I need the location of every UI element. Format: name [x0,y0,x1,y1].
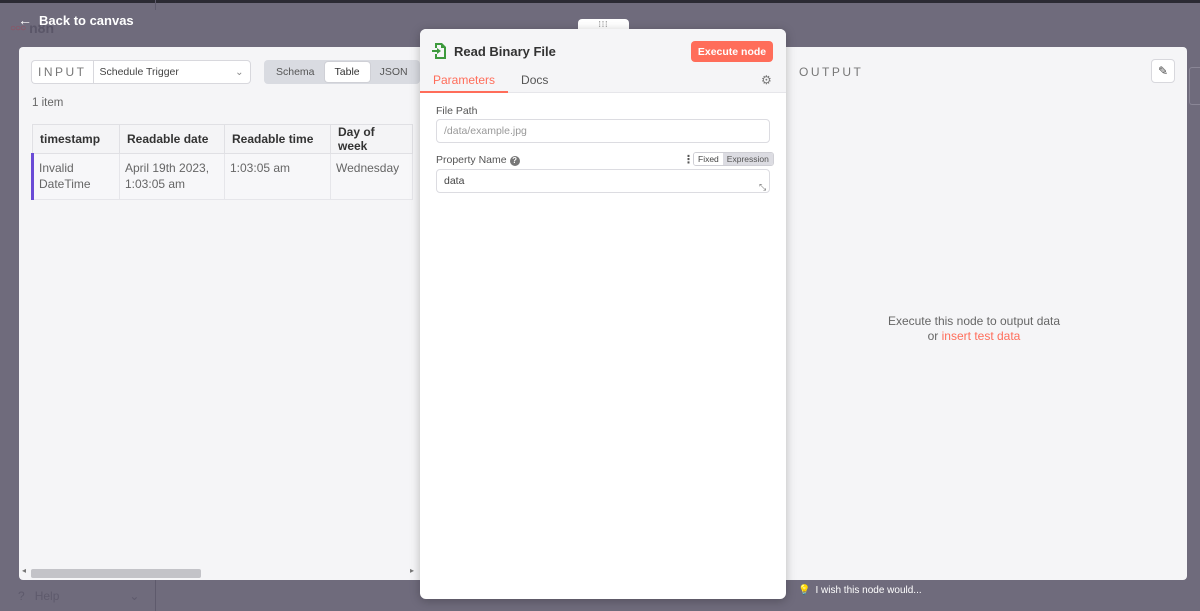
lightbulb-icon: 💡 [798,585,811,596]
node-tabs: Parameters Docs [420,69,561,93]
file-import-icon [432,43,446,59]
edit-output-button[interactable]: ✎ [1151,59,1175,83]
node-title[interactable]: Read Binary File [454,44,556,59]
item-count: 1 item [32,97,64,109]
horizontal-scrollbar[interactable]: ◂ ▸ [19,565,419,578]
tab-docs[interactable]: Docs [508,69,561,93]
node-settings-panel: Read Binary File Execute node Parameters… [420,29,786,599]
pencil-icon: ✎ [1157,64,1169,78]
input-node-select-value: Schedule Trigger [99,66,179,78]
mode-json[interactable]: JSON [370,62,418,82]
bg-divider [155,0,156,10]
table-row: Invalid DateTime April 19th 2023, 1:03:0… [31,153,413,200]
execute-node-button[interactable]: Execute node [691,41,773,62]
panel-edge [1189,67,1200,105]
fixed-expression-toggle: Fixed Expression [693,152,774,166]
file-path-input[interactable]: /data/example.jpg [436,119,770,143]
expand-editor-icon[interactable]: ⤡ [759,182,766,193]
help-icon: ? [18,589,25,603]
toggle-expression[interactable]: Expression [722,153,773,165]
column-header[interactable]: Readable time [224,124,331,154]
back-label: Back to canvas [39,12,134,28]
top-strip [0,0,1200,3]
table-cell: Wednesday [330,153,413,200]
input-header: INPUT Schedule Trigger ⌄ [31,60,251,84]
input-data-table: timestamp Readable date Readable time Da… [31,124,413,200]
table-cell: April 19th 2023, 1:03:05 am [119,153,225,200]
mode-table[interactable]: Table [324,62,370,82]
property-name-input[interactable]: data [436,169,770,193]
chevron-down-icon: ⌄ [129,589,140,603]
property-name-label-text: Property Name [436,154,507,166]
input-title: INPUT [31,60,93,84]
column-header[interactable]: timestamp [32,124,120,154]
help-label: Help [34,589,60,603]
help-menu: ? Help ⌄ [18,589,139,603]
input-node-select[interactable]: Schedule Trigger ⌄ [92,60,251,84]
scroll-right-icon[interactable]: ▸ [410,566,414,575]
table-header-row: timestamp Readable date Readable time Da… [32,124,413,154]
output-empty-text: Execute this node to output data [887,314,1061,328]
property-name-label: Property Name? [436,154,520,166]
scrollbar-thumb[interactable] [31,569,201,578]
toggle-fixed[interactable]: Fixed [694,153,723,165]
insert-test-data-link[interactable]: insert test data [942,329,1021,343]
table-cell: 1:03:05 am [224,153,331,200]
output-empty-or: or [927,329,939,343]
help-circle-icon[interactable]: ? [509,156,520,166]
feedback-text: I wish this node would... [815,585,922,596]
gear-icon[interactable]: ⚙ [761,73,772,87]
input-pane: INPUT Schedule Trigger ⌄ Schema Table JS… [19,47,420,580]
display-mode-switch: Schema Table JSON [264,60,420,84]
bg-divider [155,580,156,611]
table-cell: Invalid DateTime [31,153,120,200]
arrow-left-icon: ← [18,12,32,28]
output-title: OUTPUT [799,65,864,79]
output-empty-state: Execute this node to output data or inse… [879,314,1069,344]
scroll-left-icon[interactable]: ◂ [22,566,26,575]
column-header[interactable]: Readable date [119,124,225,154]
feedback-link[interactable]: 💡 I wish this node would... [798,585,922,596]
back-to-canvas-link[interactable]: ← Back to canvas [18,12,134,28]
tab-parameters[interactable]: Parameters [420,69,509,93]
chevron-down-icon: ⌄ [235,66,244,78]
column-header[interactable]: Day of week [330,124,413,154]
file-path-label: File Path [436,105,478,117]
node-settings-header: Read Binary File Execute node Parameters… [420,29,786,93]
mode-schema[interactable]: Schema [266,62,325,82]
